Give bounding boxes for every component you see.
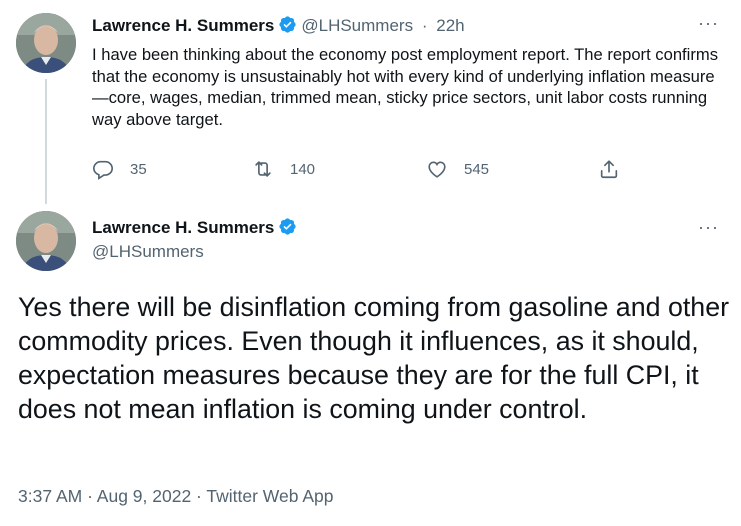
separator-dot: · — [421, 16, 428, 35]
reply-button[interactable]: 35 — [92, 158, 147, 180]
verified-badge-icon — [278, 15, 297, 39]
avatar-image — [16, 13, 76, 73]
author-name[interactable]: Lawrence H. Summers — [92, 218, 274, 237]
tweet-header: Lawrence H. Summers @LHSummers · 22h — [92, 15, 465, 39]
share-icon — [600, 160, 618, 179]
main-tweet-text: Yes there will be disinflation coming fr… — [18, 292, 730, 424]
avatar[interactable] — [16, 211, 76, 271]
main-tweet-author: Lawrence H. Summers — [92, 217, 297, 241]
reply-count: 35 — [130, 160, 147, 178]
retweet-icon — [255, 161, 271, 177]
more-options-icon[interactable]: ··· — [698, 218, 719, 236]
share-button[interactable] — [598, 158, 620, 180]
retweet-count: 140 — [290, 160, 316, 178]
thread-connector-line — [45, 79, 47, 204]
avatar-image — [16, 211, 76, 271]
tweet-timestamp-source[interactable]: 3:37 AM · Aug 9, 2022 · Twitter Web App — [18, 486, 334, 507]
like-button[interactable]: 545 — [426, 158, 489, 180]
avatar[interactable] — [16, 13, 76, 73]
author-handle[interactable]: @LHSummers — [301, 16, 413, 35]
reply-icon — [93, 160, 113, 180]
retweet-button[interactable]: 140 — [252, 158, 315, 180]
verified-badge-icon — [278, 217, 297, 241]
author-handle[interactable]: @LHSummers — [92, 242, 204, 262]
tweet-actions: 35 140 545 — [92, 158, 632, 182]
like-count: 545 — [464, 160, 490, 178]
like-icon — [428, 161, 446, 178]
tweet-text: I have been thinking about the economy p… — [92, 45, 718, 129]
thread-tweet[interactable]: Lawrence H. Summers @LHSummers · 22h ··· … — [0, 0, 741, 204]
author-name[interactable]: Lawrence H. Summers — [92, 16, 274, 35]
more-options-icon[interactable]: ··· — [698, 14, 719, 32]
tweet-time[interactable]: 22h — [436, 16, 464, 35]
